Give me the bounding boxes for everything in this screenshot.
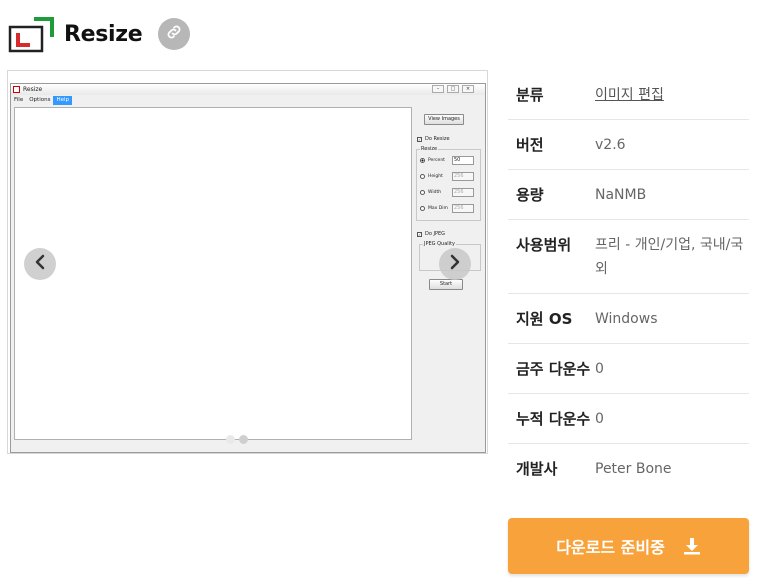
- size-value: NaNMB: [595, 187, 647, 203]
- weekly-downloads-value: 0: [595, 361, 604, 377]
- view-images-button: View Images: [424, 114, 464, 125]
- total-downloads-label: 누적 다운수: [516, 410, 591, 428]
- close-icon: ×: [462, 85, 474, 93]
- license-value: 프리 - 개인/기업, 국내/국외: [595, 237, 744, 277]
- maximize-icon: □: [447, 85, 459, 93]
- share-link-button[interactable]: [158, 18, 191, 50]
- menu-file: File: [14, 97, 24, 103]
- info-row-total-downloads: 누적 다운수 0: [508, 394, 749, 444]
- os-value: Windows: [595, 311, 658, 327]
- carousel-dots: [226, 435, 248, 444]
- version-value: v2.6: [595, 137, 626, 153]
- carousel-dot[interactable]: [239, 435, 248, 444]
- menu-options: Options: [29, 97, 51, 103]
- info-row-developer: 개발사 Peter Bone: [508, 444, 749, 493]
- radio-max-dim: Max Dim: [420, 206, 448, 211]
- max-dim-value: 256: [452, 204, 474, 213]
- minimize-icon: –: [432, 85, 444, 93]
- app-title: Resize: [64, 21, 143, 47]
- width-value: 256: [452, 188, 474, 197]
- info-row-os: 지원 OS Windows: [508, 294, 749, 344]
- percent-value: 50: [452, 156, 474, 165]
- link-icon: [165, 23, 183, 46]
- resize-group: Resize Percent 50 Height 256 Width 256 M…: [416, 146, 481, 221]
- jpeg-quality-label: JPEG Quality: [423, 241, 456, 247]
- menu-help: Help: [53, 96, 72, 105]
- carousel-prev-button[interactable]: [24, 248, 56, 280]
- developer-value: Peter Bone: [595, 461, 672, 477]
- resize-group-label: Resize: [420, 146, 439, 152]
- window-statusbar: [11, 441, 485, 452]
- download-icon: [683, 537, 701, 555]
- image-canvas: [14, 107, 412, 440]
- os-label: 지원 OS: [516, 310, 573, 328]
- start-button: Start: [429, 279, 463, 290]
- info-row-license: 사용범위 프리 - 개인/기업, 국내/국외: [508, 220, 749, 294]
- carousel-next-button[interactable]: [439, 248, 471, 280]
- window-menubar: File Options Help: [11, 96, 72, 105]
- radio-width: Width: [420, 190, 441, 195]
- size-label: 용량: [516, 186, 544, 204]
- do-resize-checkbox: ✓ Do Resize: [417, 136, 450, 142]
- screenshot-window: Resize – □ × File Options Help View Imag…: [10, 83, 486, 453]
- program-info-table: 분류 이미지 편집 버전 v2.6 용량 NaNMB 사용범위 프리 - 개인/…: [508, 70, 749, 493]
- total-downloads-value: 0: [595, 411, 604, 427]
- app-header: Resize: [8, 14, 191, 54]
- weekly-downloads-label: 금주 다운수: [516, 360, 591, 378]
- chevron-right-icon: [448, 254, 462, 275]
- height-value: 256: [452, 172, 474, 181]
- radio-height: Height: [420, 174, 443, 179]
- window-title: Resize: [23, 86, 43, 93]
- download-button-label: 다운로드 준비중: [556, 538, 665, 557]
- resize-logo-icon: [8, 15, 54, 53]
- radio-percent: Percent: [420, 158, 445, 163]
- screenshot-carousel[interactable]: Resize – □ × File Options Help View Imag…: [7, 70, 488, 454]
- window-app-icon: [13, 86, 20, 93]
- info-row-category: 분류 이미지 편집: [508, 70, 749, 120]
- license-label: 사용범위: [516, 236, 572, 254]
- category-link[interactable]: 이미지 편집: [595, 83, 749, 107]
- version-label: 버전: [516, 136, 544, 154]
- info-row-weekly-downloads: 금주 다운수 0: [508, 344, 749, 394]
- developer-label: 개발사: [516, 460, 558, 478]
- info-row-size: 용량 NaNMB: [508, 170, 749, 220]
- chevron-left-icon: [33, 254, 47, 275]
- do-jpeg-checkbox: ✓ Do JPEG: [417, 231, 446, 237]
- category-label: 분류: [516, 86, 544, 104]
- carousel-dot[interactable]: [226, 435, 235, 444]
- download-button[interactable]: 다운로드 준비중: [508, 518, 749, 574]
- info-row-version: 버전 v2.6: [508, 120, 749, 170]
- window-titlebar: Resize – □ ×: [11, 84, 485, 95]
